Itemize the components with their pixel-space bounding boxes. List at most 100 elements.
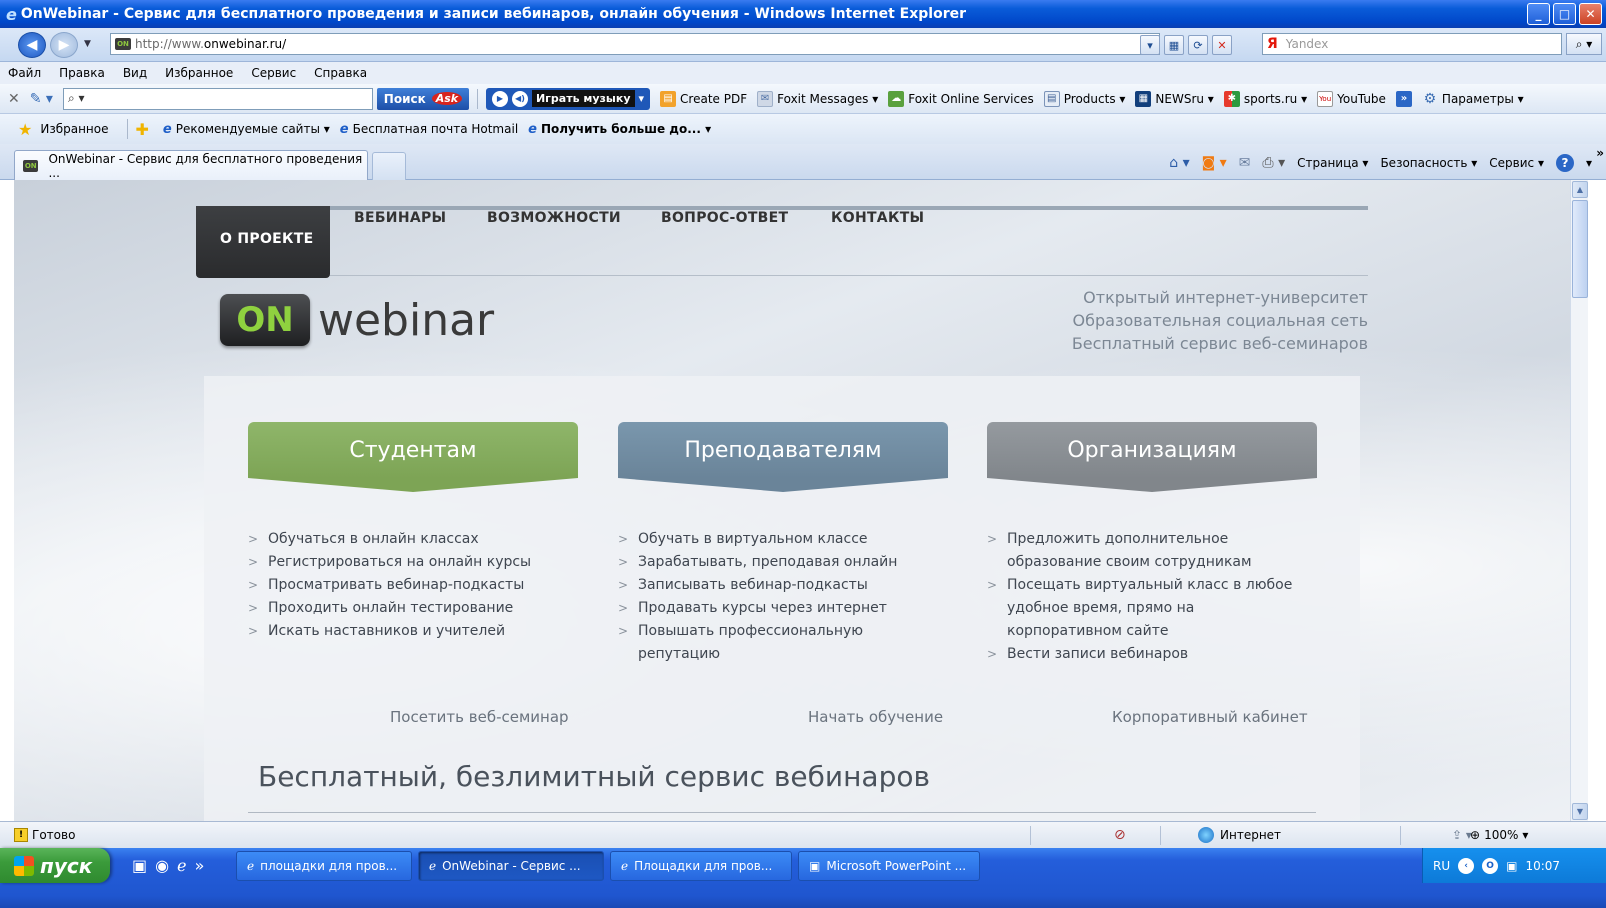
toolbar-item-sports[interactable]: ✱ sports.ru ▾ — [1223, 90, 1307, 107]
read-mail-icon[interactable]: ✉ — [1239, 155, 1251, 171]
list-item: Обучать в виртуальном классе — [618, 528, 938, 551]
toolbar-item-foxit-messages[interactable]: ✉ Foxit Messages ▾ — [757, 90, 878, 107]
window-titlebar[interactable]: e OnWebinar - Сервис для бесплатного про… — [0, 0, 1606, 28]
toolbar-item-create-pdf[interactable]: ▤ Create PDF — [660, 90, 747, 107]
task-button[interactable]: ▣ Microsoft PowerPoint ... — [798, 851, 980, 881]
forward-button[interactable]: ▶ — [50, 32, 78, 58]
firefox-icon[interactable]: ◉ — [155, 856, 169, 875]
toolbar-item-foxit-online[interactable]: ☁ Foxit Online Services — [888, 90, 1034, 107]
chevron-more-icon: » — [1395, 90, 1412, 107]
search-go-icon[interactable]: ⌕ ▾ — [1566, 33, 1602, 55]
menu-edit[interactable]: Правка — [59, 66, 105, 80]
tagline: Образовательная социальная сеть — [1072, 311, 1368, 330]
nav-webinars[interactable]: ВЕБИНАРЫ — [354, 210, 446, 226]
start-learning-link[interactable]: Начать обучение — [808, 708, 943, 726]
stop-icon[interactable]: ✕ — [1212, 35, 1232, 55]
address-row: ◀ ▶ ▼ ON http://www. onwebinar.ru/ ▾ ▦ ⟳… — [0, 28, 1606, 62]
page-menu[interactable]: Страница ▾ — [1297, 156, 1368, 170]
toolbar-edit-icon[interactable]: ✎ ▾ — [30, 91, 53, 107]
url-prefix: http://www. — [135, 37, 204, 51]
list-item: Посещать виртуальный класс в любое удобн… — [987, 574, 1307, 643]
help-icon[interactable]: ? — [1555, 154, 1574, 172]
show-desktop-icon[interactable]: ▣ — [132, 856, 147, 875]
maximize-button[interactable]: □ — [1553, 3, 1576, 25]
favorites-button[interactable]: ★ Избранное — [18, 120, 109, 139]
corporate-cabinet-link[interactable]: Корпоративный кабинет — [1112, 708, 1308, 726]
quicklaunch-more-icon[interactable]: » — [195, 856, 205, 875]
language-indicator[interactable]: RU — [1433, 859, 1450, 873]
menu-view[interactable]: Вид — [123, 66, 147, 80]
students-button[interactable]: Студентам — [248, 422, 578, 492]
command-bar: ⌂ ▾ ◙ ▾ ✉ ⎙ ▾ Страница ▾ Безопасность ▾ … — [1169, 154, 1592, 172]
task-label: Площадки для пров... — [634, 859, 773, 873]
zoom-dropdown-icon: ▾ — [1522, 828, 1529, 842]
onwebinar-logo[interactable]: ON webinar — [220, 294, 494, 346]
add-favorite-icon: ✚ — [135, 119, 149, 139]
list-item: Вести записи вебинаров — [987, 643, 1307, 666]
menu-tools[interactable]: Сервис — [251, 66, 296, 80]
scroll-down-icon[interactable]: ▼ — [1572, 803, 1588, 820]
windows-flag-icon — [14, 855, 34, 876]
nav-features[interactable]: ВОЗМОЖНОСТИ — [487, 210, 621, 226]
toolbar-settings-button[interactable]: ⚙ Параметры ▾ — [1422, 91, 1524, 107]
favorite-get-more[interactable]: e Получить больше до... ▾ — [528, 122, 711, 137]
command-overflow-icon[interactable]: » — [1596, 146, 1604, 160]
play-music-button[interactable]: ▶ ◀) Играть музыку ▾ — [485, 87, 651, 110]
new-tab-button[interactable] — [372, 152, 406, 180]
add-favorites-button[interactable]: ✚ — [136, 120, 153, 139]
ie-quicklaunch-icon[interactable]: ℯ — [177, 856, 186, 875]
task-button[interactable]: ℯ площадки для пров... — [236, 851, 412, 881]
network-icon[interactable]: ▣ — [1506, 859, 1517, 873]
vertical-scrollbar[interactable]: ▲ ▼ — [1570, 180, 1588, 821]
site-favicon-icon: ON — [23, 159, 39, 172]
tray-back-icon[interactable]: ‹ — [1458, 857, 1475, 874]
toolbar-search-input[interactable]: ⌕ ▾ — [62, 87, 373, 110]
nav-faq[interactable]: ВОПРОС-ОТВЕТ — [661, 210, 788, 226]
toolbar-item-products[interactable]: ▤ Products ▾ — [1043, 90, 1125, 107]
teachers-button[interactable]: Преподавателям — [618, 422, 948, 492]
home-icon[interactable]: ⌂ ▾ — [1169, 155, 1189, 171]
help-dropdown-icon[interactable]: ▾ — [1586, 156, 1592, 170]
minimize-button[interactable]: _ — [1527, 3, 1550, 25]
tray-app-icon[interactable]: O — [1482, 857, 1499, 874]
address-dropdown-icon[interactable]: ▾ — [1140, 35, 1160, 55]
security-zone[interactable]: Интернет — [1198, 827, 1281, 843]
print-icon[interactable]: ⎙ ▾ — [1262, 155, 1285, 171]
status-divider — [1160, 826, 1161, 845]
menu-help[interactable]: Справка — [314, 66, 367, 80]
toolbar-close-icon[interactable]: ✕ — [8, 91, 20, 107]
start-button[interactable]: пуск — [0, 848, 110, 883]
tools-menu[interactable]: Сервис ▾ — [1489, 156, 1544, 170]
toolbar-item-youtube[interactable]: You YouTube — [1317, 90, 1386, 107]
back-button[interactable]: ◀ — [18, 32, 46, 58]
list-item: Предложить дополнительное образование св… — [987, 528, 1307, 574]
refresh-icon[interactable]: ⟳ — [1188, 35, 1208, 55]
favorite-hotmail[interactable]: e Бесплатная почта Hotmail — [340, 122, 518, 137]
organizations-button[interactable]: Организациям — [987, 422, 1317, 492]
favorite-suggested-sites[interactable]: e Рекомендуемые сайты ▾ — [163, 122, 330, 137]
privacy-icon[interactable]: ⊘ — [1114, 827, 1126, 843]
address-bar[interactable]: ON http://www. onwebinar.ru/ — [110, 33, 1160, 55]
visit-webinar-link[interactable]: Посетить веб-семинар — [390, 708, 569, 726]
nav-contacts[interactable]: КОНТАКТЫ — [831, 210, 924, 226]
ask-search-button[interactable]: Поиск Ask — [376, 87, 469, 110]
menu-file[interactable]: Файл — [8, 66, 41, 80]
zoom-control[interactable]: ⊕ 100% ▾ — [1470, 828, 1528, 842]
scroll-up-icon[interactable]: ▲ — [1572, 181, 1588, 198]
toolbar-item-newsru[interactable]: ▦ NEWSru ▾ — [1135, 90, 1214, 107]
toolbar-more-button[interactable]: » — [1395, 90, 1412, 107]
protected-mode-icon[interactable]: ⇪ ▾ — [1452, 828, 1472, 842]
task-button[interactable]: ℯ Площадки для пров... — [610, 851, 792, 881]
search-input[interactable]: Я Yandex — [1262, 33, 1562, 55]
compatibility-view-icon[interactable]: ▦ — [1164, 35, 1184, 55]
tab-onwebinar[interactable]: ON OnWebinar - Сервис для бесплатного пр… — [14, 150, 368, 180]
safety-menu[interactable]: Безопасность ▾ — [1380, 156, 1477, 170]
history-dropdown-icon[interactable]: ▼ — [84, 39, 91, 49]
scroll-thumb[interactable] — [1572, 200, 1588, 298]
start-label: пуск — [40, 853, 93, 878]
rss-feed-icon[interactable]: ◙ ▾ — [1202, 155, 1227, 171]
task-button-active[interactable]: ℯ OnWebinar - Сервис ... — [418, 851, 604, 881]
close-button[interactable]: ✕ — [1579, 3, 1602, 25]
nav-about[interactable]: О ПРОЕКТЕ — [196, 206, 330, 278]
menu-favorites[interactable]: Избранное — [165, 66, 233, 80]
